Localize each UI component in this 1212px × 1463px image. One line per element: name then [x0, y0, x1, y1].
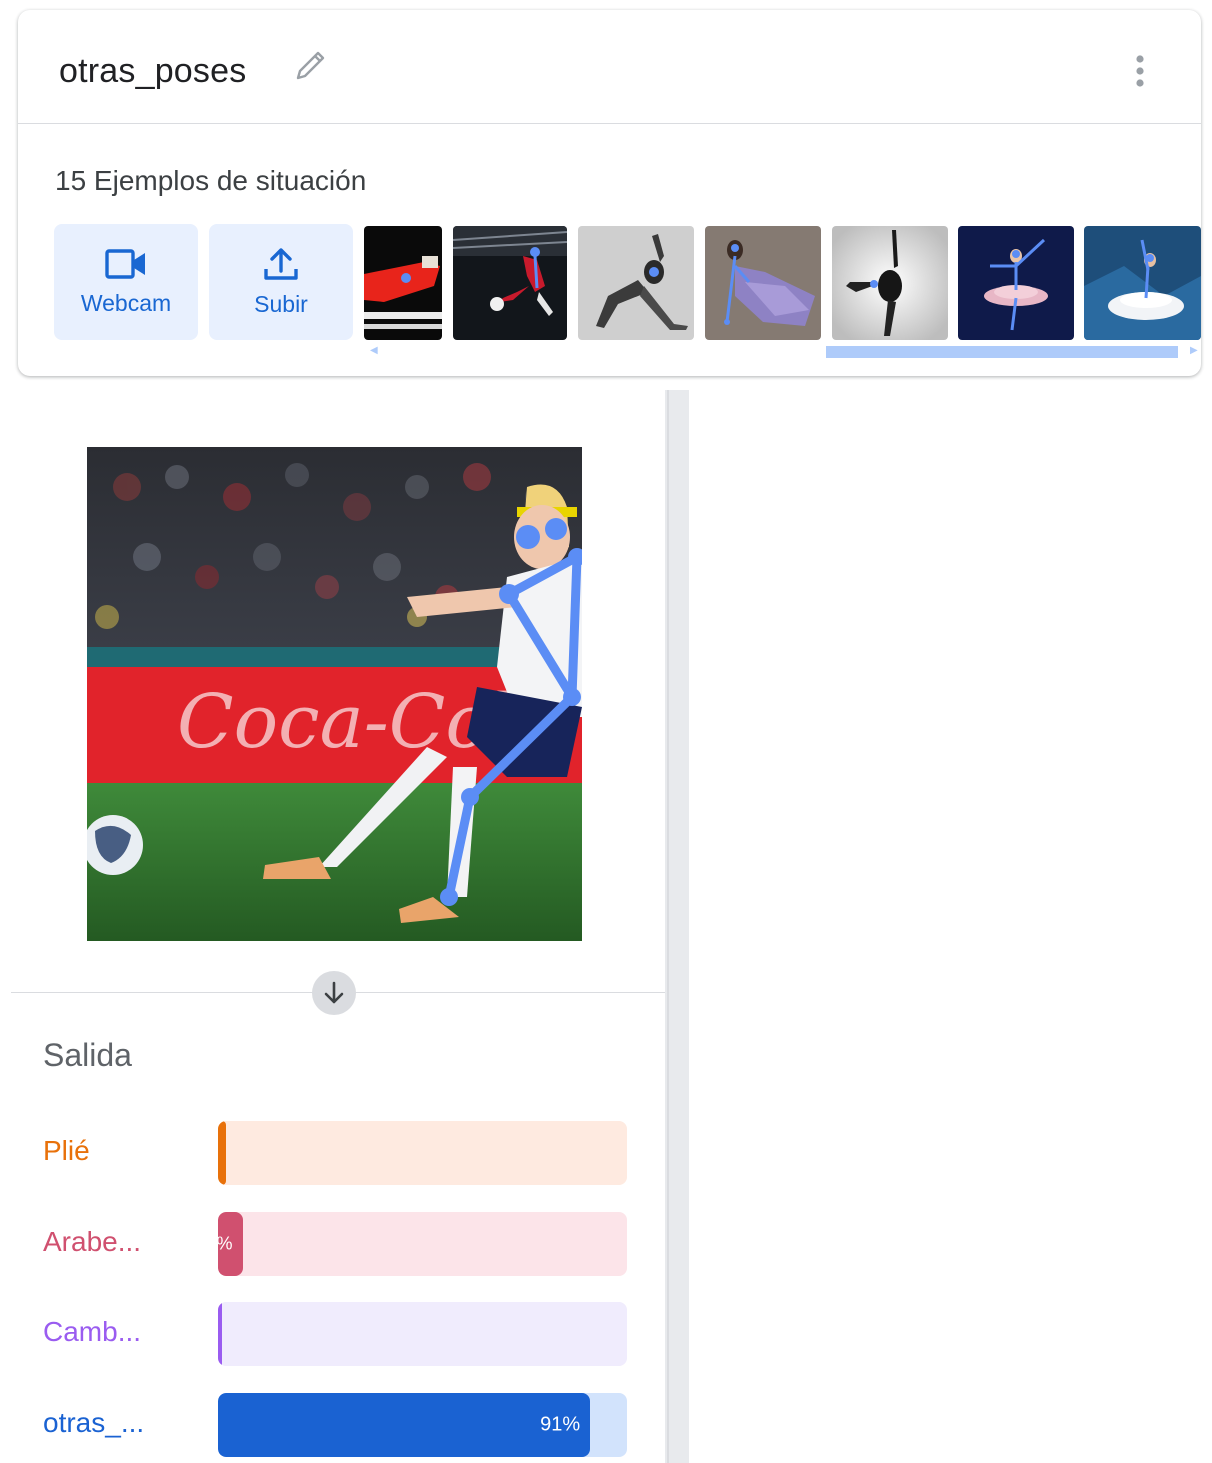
- sample-thumbnail[interactable]: [832, 226, 948, 340]
- class-label: Arabe...: [43, 1226, 142, 1257]
- confidence-bar: [218, 1121, 627, 1185]
- sample-thumbnail[interactable]: [578, 226, 694, 340]
- class-label: otras_...: [43, 1407, 145, 1438]
- scrollbar-thumb[interactable]: [826, 346, 1178, 358]
- more-vert-icon[interactable]: [1126, 50, 1154, 94]
- sample-thumbnail[interactable]: [364, 226, 442, 340]
- confidence-bar: %: [218, 1212, 627, 1276]
- arrow-down-icon: [312, 971, 356, 1015]
- upload-icon: [264, 247, 298, 280]
- class-card: otras_poses 15 Ejemplos de situación Web…: [18, 10, 1201, 376]
- upload-label: Subir: [254, 290, 308, 317]
- sample-thumbnail[interactable]: [453, 226, 567, 340]
- class-label: Plié: [43, 1135, 90, 1166]
- videocam-icon: [105, 248, 145, 279]
- sample-thumbnail[interactable]: [705, 226, 821, 340]
- scroll-left-arrow-icon[interactable]: ◀: [370, 344, 378, 358]
- thumbnails-scrollbar[interactable]: ◀ ▶: [364, 344, 1201, 358]
- confidence-percent: %: [218, 1233, 233, 1254]
- panel-divider: [665, 390, 689, 1463]
- preview-image: Coca-Cola: [87, 447, 582, 941]
- confidence-bar-fill: [218, 1121, 227, 1185]
- pencil-icon[interactable]: [290, 46, 330, 86]
- scroll-right-arrow-icon[interactable]: ▶: [1190, 344, 1198, 358]
- output-title: Salida: [43, 1037, 132, 1073]
- samples-count-label: 15 Ejemplos de situación: [55, 165, 367, 196]
- sample-thumbnails-strip[interactable]: [364, 224, 1201, 342]
- confidence-percent: 91%: [540, 1413, 581, 1436]
- confidence-bar-fill: %: [218, 1212, 243, 1276]
- confidence-bar: 91%: [218, 1393, 627, 1457]
- class-label: Camb...: [43, 1316, 142, 1347]
- upload-button[interactable]: Subir: [209, 224, 353, 340]
- webcam-button[interactable]: Webcam: [54, 224, 198, 340]
- sample-thumbnail[interactable]: [1084, 226, 1201, 340]
- class-card-header: otras_poses: [18, 10, 1201, 124]
- confidence-bar-fill: 91%: [218, 1393, 591, 1457]
- confidence-bar: [218, 1302, 627, 1366]
- confidence-bar-fill: [218, 1302, 223, 1366]
- webcam-label: Webcam: [80, 289, 172, 316]
- sample-thumbnail[interactable]: [958, 226, 1074, 340]
- class-name[interactable]: otras_poses: [59, 52, 246, 91]
